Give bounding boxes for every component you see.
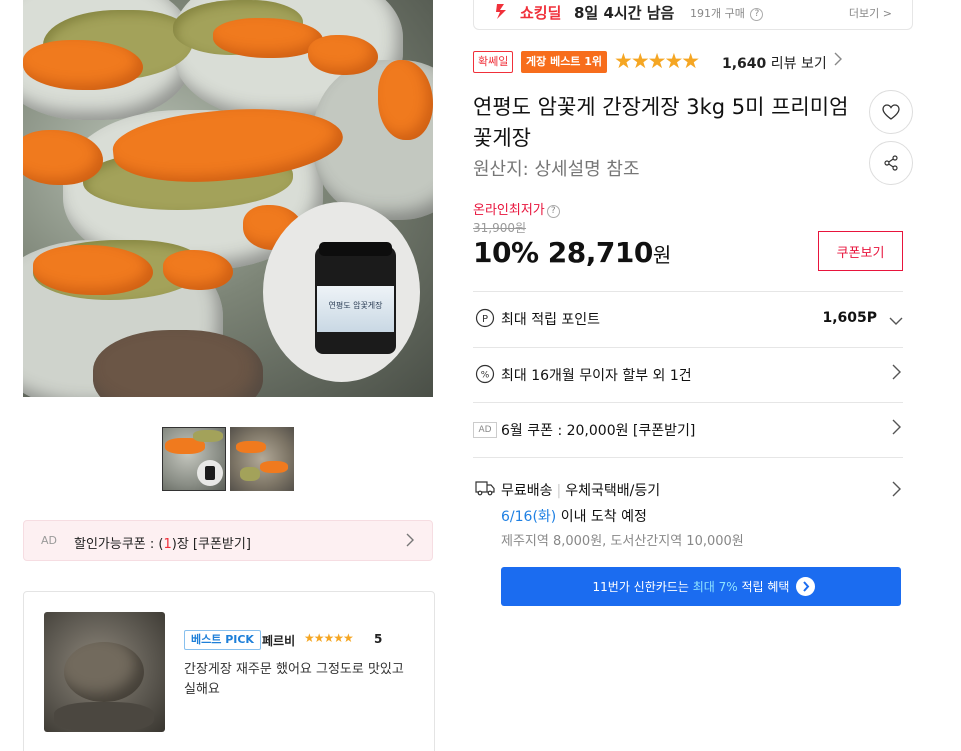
june-coupon-text: 6월 쿠폰 : 20,000원 [쿠폰받기] <box>501 423 696 439</box>
best-pick-badge: 베스트 PICK <box>184 630 261 650</box>
purchase-count: 191개 구매 ? <box>690 5 764 21</box>
points-label: 최대 적립 포인트 <box>501 312 601 328</box>
chevron-right-icon <box>889 362 903 382</box>
thumbnail-1[interactable] <box>162 427 226 491</box>
shipping-method: 무료배송 | 우체국택배/등기 <box>501 483 661 499</box>
help-icon[interactable]: ? <box>750 8 764 21</box>
best-rank-badge: 게장 베스트 1위 <box>521 51 608 73</box>
sale-price: 10% 28,710원 <box>473 236 671 269</box>
divider <box>473 457 903 458</box>
coupon-available-text: 할인가능쿠폰 : (1)장 [쿠폰받기] <box>74 537 251 552</box>
lowest-price-label: 온라인최저가? <box>473 199 560 218</box>
wishlist-button[interactable] <box>869 90 913 134</box>
installment-text: 최대 16개월 무이자 할부 외 1건 <box>501 368 692 384</box>
reviewer-name: 페르비 <box>262 634 296 648</box>
delivery-estimate: 6/16(화) 이내 도착 예정 <box>501 509 647 525</box>
review-photo <box>44 612 165 732</box>
help-icon[interactable]: ? <box>546 205 560 218</box>
max-points-row[interactable]: P 최대 적립 포인트 1,605P <box>473 292 903 347</box>
best-review-card[interactable]: 베스트 PICK 페르비 ★★★★★ 5 간장게장 재주문 했어요 그정도로 맛… <box>23 591 435 751</box>
discount-coupon-ad[interactable]: AD 할인가능쿠폰 : (1)장 [쿠폰받기] <box>23 520 433 561</box>
rating-stars: ★★★★★ <box>614 49 700 73</box>
june-coupon-row[interactable]: AD 6월 쿠폰 : 20,000원 [쿠폰받기] <box>473 403 903 458</box>
shocking-deal-icon <box>494 2 512 20</box>
ad-label: AD <box>41 534 57 547</box>
deal-name: 쇼킹딜 <box>520 4 562 22</box>
deal-timer: 8일 4시간 남음 <box>574 4 675 22</box>
svg-text:P: P <box>482 314 488 325</box>
jar-image: 연평도 암꽃게장 <box>315 242 396 354</box>
point-icon: P <box>475 308 495 328</box>
chevron-right-icon <box>889 417 903 437</box>
truck-icon <box>475 480 495 496</box>
share-icon <box>884 155 898 171</box>
shinhan-card-banner[interactable]: 11번가 신한카드는 최대 7% 적립 혜택 <box>501 567 901 606</box>
review-score: 5 <box>374 632 383 646</box>
chevron-down-icon <box>889 311 903 331</box>
installment-row[interactable]: % 최대 16개월 무이자 할부 외 1건 <box>473 348 903 403</box>
product-jar-inset: 연평도 암꽃게장 <box>263 202 420 382</box>
share-button[interactable] <box>869 141 913 185</box>
arrow-right-icon <box>796 577 815 596</box>
chevron-right-icon[interactable] <box>889 479 903 499</box>
points-value: 1,605P <box>822 310 877 326</box>
product-title: 연평도 암꽃게 간장게장 3kg 5미 프리미엄 꽃게장 <box>473 95 849 150</box>
svg-text:%: % <box>481 371 490 381</box>
sale-badge: 확쎄일 <box>473 51 514 73</box>
review-text: 간장게장 재주문 했어요 그정도로 맛있고 실해요 <box>184 662 404 697</box>
product-origin: 원산지: 상세설명 참조 <box>473 159 640 180</box>
card-banner-text: 11번가 신한카드는 최대 7% 적립 혜택 <box>592 580 790 594</box>
shocking-deal-bar: 쇼킹딜 8일 4시간 남음 191개 구매 ? 더보기 > <box>473 0 913 30</box>
thumbnail-2[interactable] <box>230 427 294 491</box>
coupon-view-button[interactable]: 쿠폰보기 <box>818 231 903 271</box>
ad-label: AD <box>473 422 497 438</box>
review-stars: ★★★★★ <box>304 631 354 645</box>
product-main-image: 연평도 암꽃게장 <box>23 0 433 397</box>
shipping-extra-fee: 제주지역 8,000원, 도서산간지역 10,000원 <box>501 534 744 549</box>
review-count-link[interactable]: 1,640 리뷰 보기 <box>722 53 827 73</box>
heart-icon <box>882 104 900 120</box>
chevron-right-icon[interactable] <box>834 52 842 70</box>
percent-icon: % <box>475 364 495 384</box>
chevron-right-icon <box>406 533 414 551</box>
deal-more-link[interactable]: 더보기 > <box>849 5 892 21</box>
original-price: 31,900원 <box>473 221 527 235</box>
